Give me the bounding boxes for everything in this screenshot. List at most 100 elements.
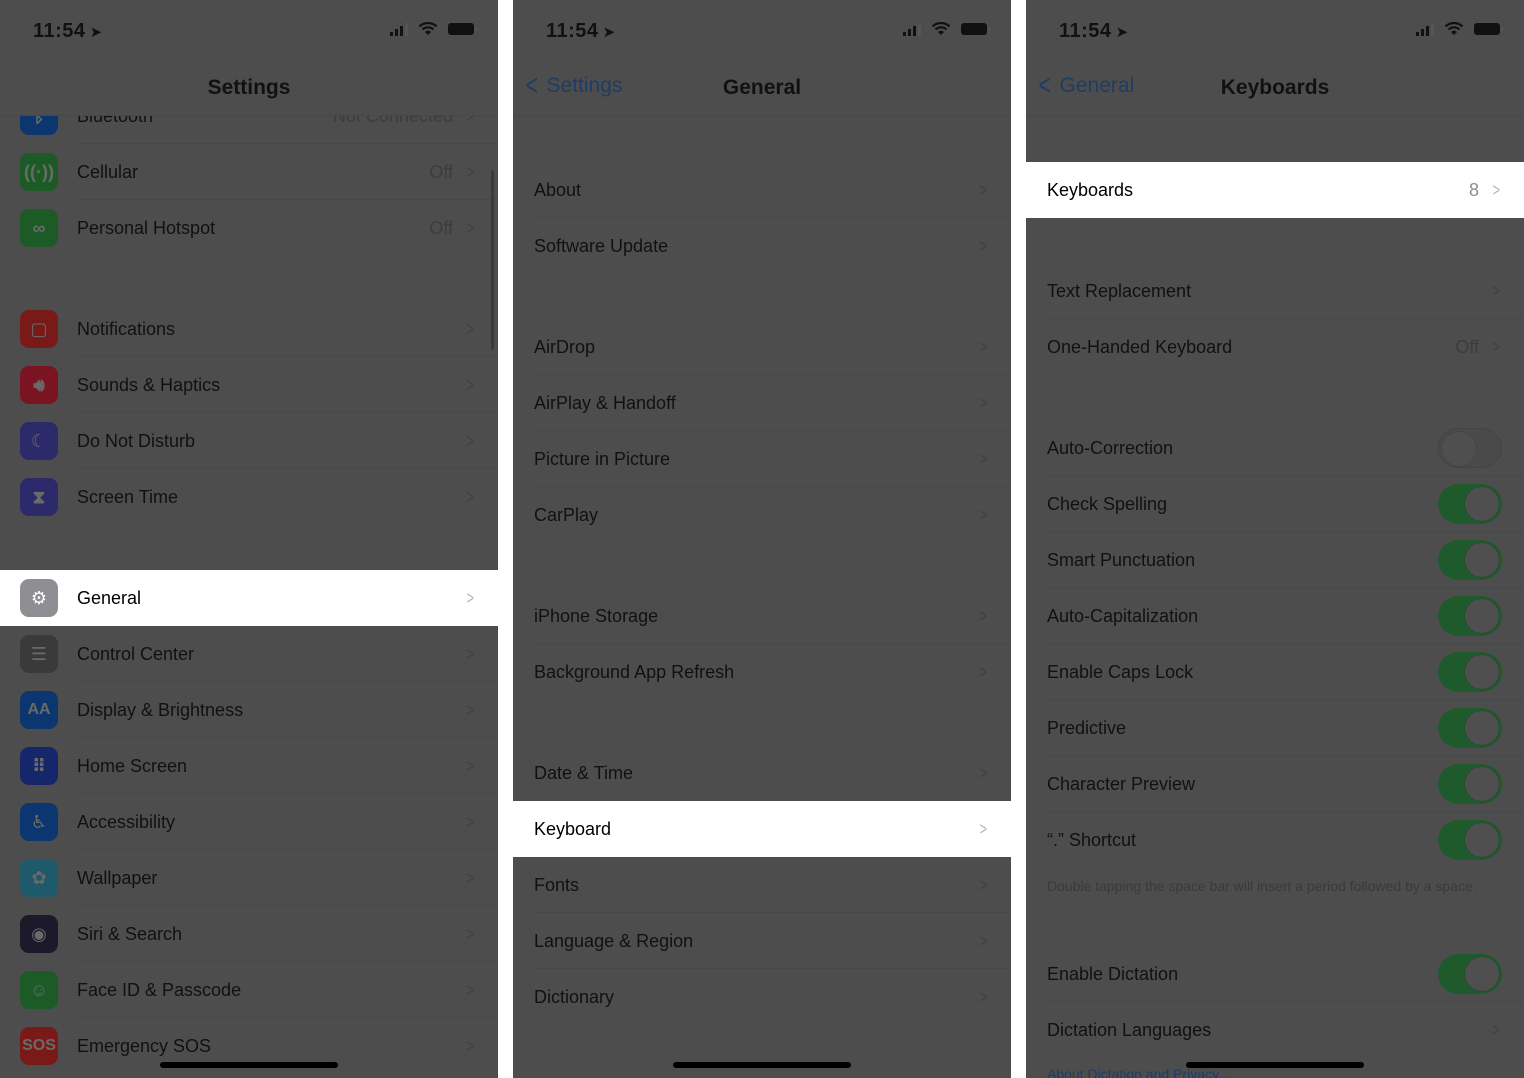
- cellular-antenna-icon: ((·)): [20, 153, 58, 191]
- toggle-knob: [1464, 822, 1500, 858]
- toggle-switch[interactable]: [1438, 428, 1502, 468]
- toggle-switch[interactable]: [1438, 820, 1502, 860]
- settings-row-notifications[interactable]: ▢ Notifications >: [0, 301, 498, 357]
- row-label: Accessibility: [77, 811, 176, 832]
- general-row-background-app-refresh[interactable]: Background App Refresh >: [513, 644, 1011, 700]
- row-label: AirDrop: [534, 336, 596, 357]
- chevron-right-icon: >: [980, 762, 988, 783]
- general-row-carplay[interactable]: CarPlay >: [513, 487, 1011, 543]
- chevron-right-icon: >: [467, 587, 475, 608]
- general-row-language-region[interactable]: Language & Region >: [513, 913, 1011, 969]
- status-time: 11:54 ➤: [546, 20, 616, 42]
- toggle-switch[interactable]: [1438, 708, 1502, 748]
- general-row-keyboard[interactable]: Keyboard >: [513, 801, 1011, 857]
- keyboards-row[interactable]: Keyboards 8 >: [1026, 162, 1524, 218]
- row-label: Picture in Picture: [534, 448, 671, 469]
- row-label: Control Center: [77, 643, 195, 664]
- page-title: General: [722, 76, 802, 99]
- toggle-switch[interactable]: [1438, 596, 1502, 636]
- general-row-airdrop[interactable]: AirDrop >: [513, 319, 1011, 375]
- wifi-icon: [931, 22, 951, 36]
- settings-row-screen-time[interactable]: ⧗ Screen Time >: [0, 469, 498, 525]
- general-row-dictionary[interactable]: Dictionary >: [513, 969, 1011, 1025]
- row-label: Sounds & Haptics: [77, 374, 221, 395]
- notifications-icon: ▢: [20, 310, 58, 348]
- row-label: iPhone Storage: [534, 605, 659, 626]
- chevron-right-icon: >: [980, 504, 988, 525]
- cellular-signal-icon: [1416, 22, 1434, 36]
- general-row-airplay-handoff[interactable]: AirPlay & Handoff >: [513, 375, 1011, 431]
- chevron-right-icon: >: [1493, 1019, 1501, 1040]
- row-label: Screen Time: [77, 486, 179, 507]
- nav-bar: < General Keyboards: [1026, 60, 1524, 116]
- toggle-knob: [1464, 710, 1500, 746]
- general-row-date-time[interactable]: Date & Time >: [513, 745, 1011, 801]
- row-label: Keyboard: [534, 818, 612, 839]
- wifi-icon: [418, 22, 438, 36]
- row-label: Face ID & Passcode: [77, 979, 242, 1000]
- settings-row-cellular[interactable]: ((·)) Cellular Off >: [0, 144, 498, 200]
- home-indicator[interactable]: [160, 1062, 338, 1068]
- toggle-switch[interactable]: [1438, 540, 1502, 580]
- chevron-right-icon: >: [980, 874, 988, 895]
- chevron-right-icon: >: [980, 605, 988, 626]
- general-row-picture-in-picture[interactable]: Picture in Picture >: [513, 431, 1011, 487]
- row-label: Home Screen: [77, 755, 188, 776]
- home-indicator[interactable]: [673, 1062, 851, 1068]
- chevron-right-icon: >: [980, 336, 988, 357]
- one-handed-keyboard-row[interactable]: One-Handed Keyboard Off >: [1026, 319, 1524, 375]
- chevron-right-icon: >: [467, 1035, 475, 1056]
- nav-bar: < Settings General: [513, 60, 1011, 116]
- settings-row-accessibility[interactable]: ♿︎ Accessibility >: [0, 794, 498, 850]
- battery-icon: [961, 23, 990, 35]
- chevron-right-icon: >: [467, 811, 475, 832]
- scrollbar[interactable]: [491, 170, 494, 350]
- chevron-right-icon: >: [980, 179, 988, 200]
- row-label: Smart Punctuation: [1047, 549, 1196, 570]
- home-indicator[interactable]: [1186, 1062, 1364, 1068]
- battery-icon: [1474, 23, 1503, 35]
- settings-row-do-not-disturb[interactable]: ☾ Do Not Disturb >: [0, 413, 498, 469]
- toggle-knob: [1464, 956, 1500, 992]
- hourglass-icon: ⧗: [20, 478, 58, 516]
- row-label: Do Not Disturb: [77, 430, 196, 451]
- row-label: Text Replacement: [1047, 280, 1192, 301]
- toggle-row-auto-correction: Auto-Correction: [1026, 420, 1524, 476]
- general-row-fonts[interactable]: Fonts >: [513, 857, 1011, 913]
- row-label: Notifications: [77, 318, 176, 339]
- toggle-knob: [1464, 654, 1500, 690]
- enable-dictation-toggle[interactable]: [1438, 954, 1502, 994]
- toggle-knob: [1464, 598, 1500, 634]
- chevron-right-icon: >: [980, 448, 988, 469]
- settings-row-home-screen[interactable]: ⠿ Home Screen >: [0, 738, 498, 794]
- toggle-switch[interactable]: [1438, 764, 1502, 804]
- speaker-icon: 🔊︎: [20, 366, 58, 404]
- chevron-right-icon: >: [467, 699, 475, 720]
- settings-row-wallpaper[interactable]: ✿ Wallpaper >: [0, 850, 498, 906]
- general-row-software-update[interactable]: Software Update >: [513, 218, 1011, 274]
- settings-row-control-center[interactable]: ☰ Control Center >: [0, 626, 498, 682]
- row-value: Off: [429, 217, 453, 238]
- dictation-languages-row[interactable]: Dictation Languages >: [1026, 1002, 1524, 1058]
- row-label: Cellular: [77, 161, 139, 182]
- settings-row-face-id-passcode[interactable]: ☺ Face ID & Passcode >: [0, 962, 498, 1018]
- settings-row-siri-search[interactable]: ◉ Siri & Search >: [0, 906, 498, 962]
- battery-icon: [448, 23, 477, 35]
- home-screen-grid-icon: ⠿: [20, 747, 58, 785]
- page-title: Keyboards: [1220, 76, 1330, 99]
- general-row-about[interactable]: About >: [513, 162, 1011, 218]
- settings-row-general[interactable]: ⚙ General >: [0, 570, 498, 626]
- row-label: Character Preview: [1047, 773, 1196, 794]
- text-replacement-row[interactable]: Text Replacement >: [1026, 263, 1524, 319]
- general-row-iphone-storage[interactable]: iPhone Storage >: [513, 588, 1011, 644]
- toggle-switch[interactable]: [1438, 652, 1502, 692]
- settings-row-sounds-haptics[interactable]: 🔊︎ Sounds & Haptics >: [0, 357, 498, 413]
- toggle-switch[interactable]: [1438, 484, 1502, 524]
- enable-dictation-row: Enable Dictation: [1026, 946, 1524, 1002]
- settings-row-display-brightness[interactable]: AA Display & Brightness >: [0, 682, 498, 738]
- row-label: Siri & Search: [77, 923, 183, 944]
- status-bar: 11:54 ➤: [513, 0, 1011, 60]
- settings-screen: 11:54➤ ᛒBluetoothNot Connected>((·))Cell…: [0, 0, 498, 1078]
- settings-row-personal-hotspot[interactable]: ∞ Personal Hotspot Off >: [0, 200, 498, 256]
- row-label: Enable Dictation: [1047, 963, 1179, 984]
